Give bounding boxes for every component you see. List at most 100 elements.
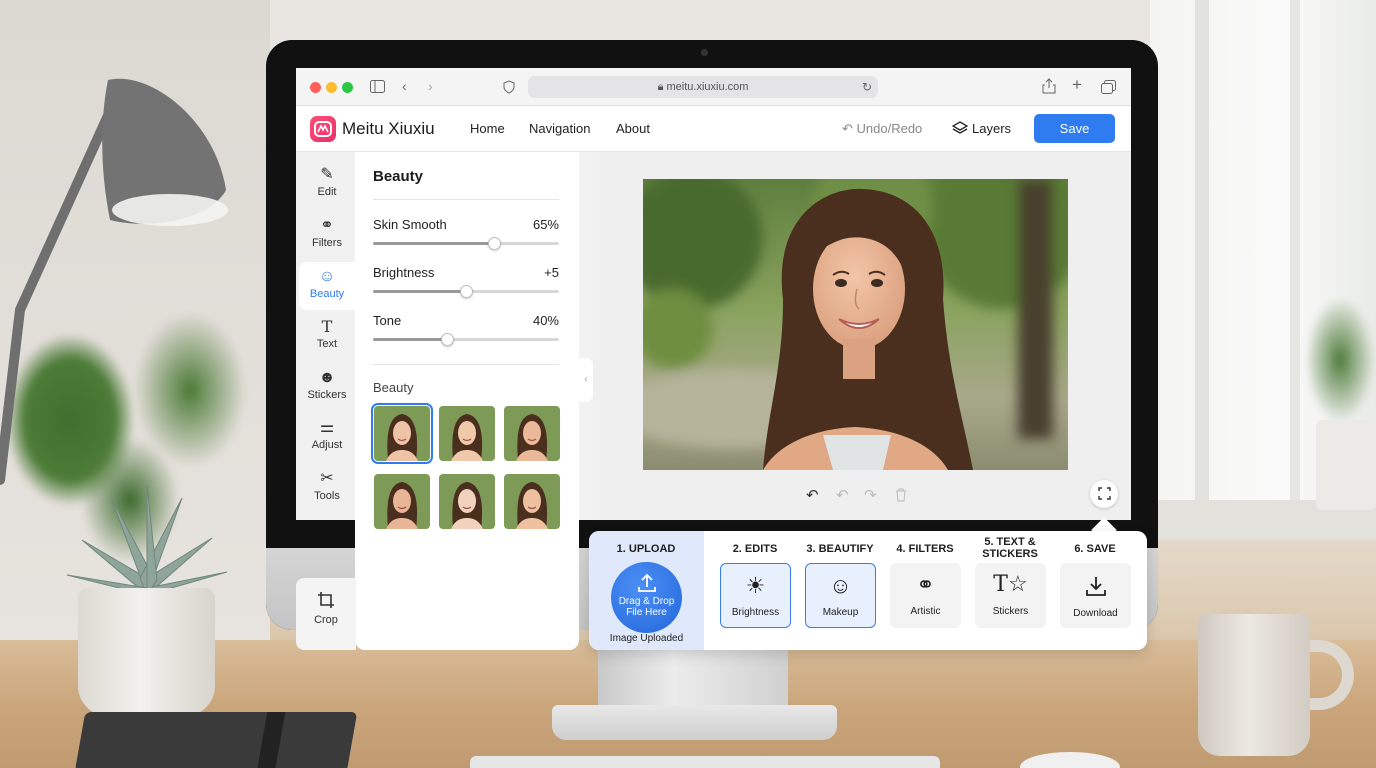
notebook: [74, 712, 358, 768]
monitor-stand-base: [552, 705, 837, 740]
browser-toolbar: ‹ › 🔒︎ meitu.xiuxiu.com ↻ +: [296, 68, 1131, 106]
tools-icon: ✂: [320, 470, 334, 487]
tabs-overview-icon[interactable]: [1101, 80, 1116, 94]
nav-navigation[interactable]: Navigation: [529, 121, 590, 136]
rail-item-filters[interactable]: ⚭ Filters: [299, 211, 355, 259]
drop-text-line: Drag & Drop: [618, 596, 675, 607]
rail-item-adjust[interactable]: ⚌ Adjust: [299, 413, 355, 461]
step-title: 1. UPLOAD: [616, 543, 676, 555]
slider-value-skin-smooth: 65%: [532, 217, 559, 232]
rail-item-text[interactable]: T Text: [299, 312, 355, 360]
editing-canvas: ↶ ↶ ↷: [593, 152, 1131, 520]
divider: [373, 199, 559, 200]
tile-label: Brightness: [731, 607, 780, 618]
slider-label-tone: Tone: [373, 313, 402, 328]
layers-button[interactable]: Layers: [951, 121, 1012, 136]
tile-makeup[interactable]: ☺ Makeup: [805, 563, 876, 628]
plant-pot: [1316, 420, 1376, 510]
beauty-preset-thumbnail[interactable]: [504, 474, 560, 529]
fullscreen-button[interactable]: [1090, 480, 1118, 508]
plant-pot: [78, 588, 215, 716]
rail-item-edit[interactable]: ✎ Edit: [299, 160, 355, 208]
app-title: Meitu Xiuxiu: [342, 119, 435, 138]
layers-icon: [951, 121, 969, 134]
slider-fill: [373, 338, 448, 341]
makeup-face-icon: ☺: [829, 573, 852, 598]
sidebar-toggle-icon[interactable]: [370, 80, 385, 93]
shield-icon[interactable]: [503, 80, 515, 94]
tile-label: Artistic: [910, 606, 941, 617]
keyboard: [470, 756, 940, 768]
rail-item-stickers[interactable]: ☻ Stickers: [299, 363, 355, 411]
step-title: 6. SAVE: [1074, 543, 1116, 555]
tile-brightness[interactable]: ☀ Brightness: [720, 563, 791, 628]
undo-redo-label: Undo/Redo: [856, 121, 923, 136]
undo-disabled-icon[interactable]: ↶: [836, 486, 849, 504]
rail-label: Tools: [314, 490, 340, 502]
beauty-preset-thumbnail[interactable]: [374, 474, 430, 529]
slider-thumb[interactable]: [460, 285, 473, 298]
app-logo[interactable]: [310, 116, 336, 142]
reload-icon[interactable]: ↻: [862, 80, 872, 94]
back-icon[interactable]: ‹: [402, 79, 407, 93]
save-button[interactable]: Save: [1034, 114, 1115, 143]
app-header: Meitu Xiuxiu Home Navigation About ↶ Und…: [296, 106, 1131, 152]
rail-label: Text: [316, 338, 338, 350]
slider-label-skin-smooth: Skin Smooth: [373, 217, 447, 232]
delete-icon[interactable]: [895, 488, 907, 502]
presets-title: Beauty: [373, 380, 414, 395]
new-tab-icon[interactable]: +: [1072, 76, 1082, 93]
step-title: 2. EDITS: [732, 543, 778, 555]
main-photo[interactable]: [643, 179, 1068, 470]
beauty-preset-thumbnail[interactable]: [439, 406, 495, 461]
panel-title: Beauty: [373, 168, 424, 185]
rail-label: Crop: [314, 614, 338, 626]
undo-icon[interactable]: ↶: [806, 486, 819, 504]
tile-download[interactable]: Download: [1060, 563, 1131, 628]
rail-label: Filters: [312, 237, 342, 249]
rail-item-beauty[interactable]: ☺ Beauty: [299, 262, 355, 310]
beauty-preset-thumbnail[interactable]: [504, 406, 560, 461]
layers-label: Layers: [972, 121, 1012, 136]
forward-icon[interactable]: ›: [428, 79, 433, 93]
upload-step: 1. UPLOAD Drag & Drop File Here Image Up…: [589, 531, 704, 650]
nav-about[interactable]: About: [616, 121, 650, 136]
drop-text: Drag & Drop File Here: [611, 596, 682, 618]
filters-icon: ⚭: [320, 217, 334, 234]
tile-label: Makeup: [822, 607, 859, 618]
slider-value-brightness: +5: [544, 265, 559, 280]
address-bar[interactable]: 🔒︎ meitu.xiuxiu.com: [528, 76, 878, 98]
redo-icon[interactable]: ↷: [864, 486, 877, 504]
window-frame: [1195, 0, 1209, 520]
tile-stickers[interactable]: T☆ Stickers: [975, 563, 1046, 628]
brightness-icon: ☀: [745, 573, 766, 598]
rail-label: Adjust: [311, 439, 343, 451]
maximize-window-button[interactable]: [342, 82, 353, 93]
coffee-mug: [1198, 614, 1310, 756]
undo-redo-button[interactable]: ↶ Undo/Redo: [842, 121, 922, 137]
slider-thumb[interactable]: [441, 333, 455, 346]
beauty-preset-thumbnail[interactable]: [371, 403, 433, 464]
close-window-button[interactable]: [310, 82, 321, 93]
share-icon[interactable]: [1042, 78, 1056, 94]
brightness-slider[interactable]: [373, 285, 559, 298]
tone-slider[interactable]: [373, 333, 559, 346]
rail-item-crop[interactable]: Crop: [296, 578, 356, 650]
tile-artistic[interactable]: ⚭ Artistic: [890, 563, 961, 628]
tile-label: Stickers: [992, 606, 1029, 617]
fullscreen-icon: [1097, 487, 1111, 500]
rail-item-tools[interactable]: ✂ Tools: [299, 464, 355, 512]
drop-zone[interactable]: Drag & Drop File Here: [611, 562, 682, 633]
beauty-preset-thumbnail[interactable]: [439, 474, 495, 529]
slider-thumb[interactable]: [487, 237, 501, 250]
beauty-panel-extension: [355, 520, 579, 650]
rail-label: Stickers: [307, 389, 347, 401]
beauty-face-icon: ☺: [318, 268, 336, 285]
upload-icon: [637, 573, 656, 592]
collapse-panel-button[interactable]: ‹: [579, 358, 593, 402]
drop-text-line: File Here: [626, 607, 667, 618]
tool-rail: ✎ Edit ⚭ Filters ☺ Beauty T Text ☻ Stickers ⚌…: [296, 152, 355, 520]
skin-smooth-slider[interactable]: [373, 237, 559, 250]
minimize-window-button[interactable]: [326, 82, 337, 93]
nav-home[interactable]: Home: [470, 121, 505, 136]
